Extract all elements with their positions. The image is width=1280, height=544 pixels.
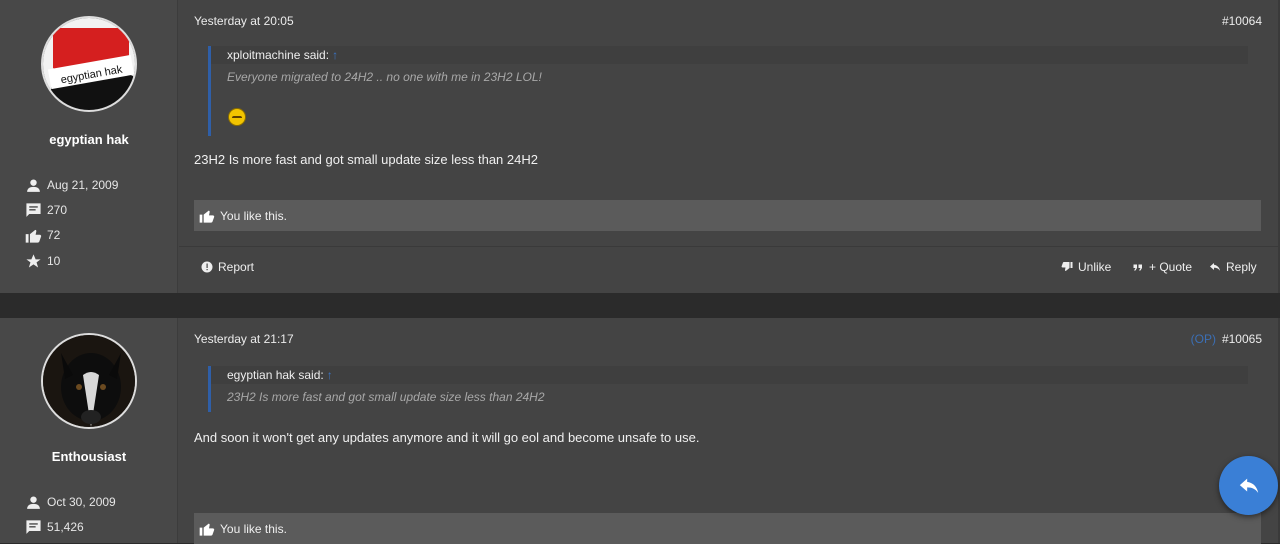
stat-joined: Aug 21, 2009 [25,175,118,195]
unlike-button[interactable]: Unlike [1061,260,1111,274]
post-number[interactable]: (OP) #10065 [1191,332,1262,346]
laughing-smiley-icon [228,108,246,126]
message-icon [26,202,41,217]
quote-author[interactable]: xploitmachine said: [227,48,329,62]
report-label: Report [218,260,255,274]
post-date[interactable]: Yesterday at 20:05 [194,14,294,28]
quote-button[interactable]: + Quote [1132,260,1192,274]
likes-text[interactable]: You like this. [220,522,287,536]
username[interactable]: Enthousiast [0,449,178,464]
quote-header: xploitmachine said: ↑ [211,46,1248,64]
reply-icon [1239,478,1258,493]
joined-date: Oct 30, 2009 [47,495,116,509]
post-10064: egyptian hak egyptian hak Aug 21, 2009 2… [0,0,1280,293]
user-sidebar: Enthousiast Oct 30, 2009 51,426 [0,318,178,543]
quote-author[interactable]: egyptian hak said: [227,368,324,382]
thumbs-up-icon [25,229,42,243]
reply-button[interactable]: Reply [1209,260,1257,274]
reaction-count: 72 [47,228,61,242]
person-icon [27,495,40,509]
thumbs-down-icon [1061,262,1073,271]
reply-icon [1210,263,1220,271]
report-button[interactable]: Report [201,260,254,274]
points-count: 10 [47,254,61,268]
post-number-text[interactable]: #10065 [1222,332,1262,346]
stat-reactions: 72 [25,225,60,245]
likes-bar: You like this. [194,513,1261,544]
star-icon [26,253,41,268]
quote-jump-link[interactable]: ↑ [327,368,333,382]
post-number-text[interactable]: #10064 [1222,14,1262,28]
quote-header: egyptian hak said: ↑ [211,366,1248,384]
op-label: (OP) [1190,332,1216,346]
quote-block: xploitmachine said: ↑ Everyone migrated t… [208,46,1248,136]
message-icon [26,519,41,534]
avatar-image: egyptian hak [43,18,135,110]
stat-messages: 270 [25,200,67,220]
message-count: 270 [47,203,68,217]
thumbs-up-icon [199,210,215,223]
unlike-label: Unlike [1078,260,1112,274]
quick-reply-button[interactable] [1219,456,1278,515]
post-main: Yesterday at 20:05 #10064 xploitmachine … [179,0,1278,293]
likes-text[interactable]: You like this. [220,209,287,223]
stat-messages: 51,426 [25,517,84,537]
joined-date: Aug 21, 2009 [47,178,119,192]
person-icon [27,178,40,192]
quote-text: 23H2 Is more fast and got small update s… [227,390,545,404]
user-sidebar: egyptian hak egyptian hak Aug 21, 2009 2… [0,0,178,293]
stat-points: 10 [25,251,60,271]
post-main: Yesterday at 21:17 (OP) #10065 egyptian h… [179,318,1278,544]
post-actions: Report Unlike + Quote Reply [179,260,1278,280]
stat-joined: Oct 30, 2009 [25,492,116,512]
quote-jump-link[interactable]: ↑ [332,48,338,62]
alert-icon [201,261,213,273]
post-number[interactable]: #10064 [1222,14,1262,28]
post-date[interactable]: Yesterday at 21:17 [194,332,294,346]
divider [179,246,1278,247]
username[interactable]: egyptian hak [0,132,178,147]
post-message: And soon it won't get any updates anymor… [194,430,700,445]
user-avatar[interactable] [41,333,137,429]
thumbs-up-icon [199,523,215,536]
user-avatar[interactable]: egyptian hak [41,16,137,112]
post-message: 23H2 Is more fast and got small update s… [194,152,538,167]
quote-block: egyptian hak said: ↑ 23H2 Is more fast an… [208,366,1248,412]
likes-bar: You like this. [194,200,1261,231]
quote-text: Everyone migrated to 24H2 .. no one with… [227,70,542,84]
avatar-image [43,335,135,427]
reply-label: Reply [1226,260,1257,274]
quote-icon [1133,264,1142,271]
quote-label: + Quote [1149,260,1193,274]
message-count: 51,426 [47,520,84,534]
post-10065: Enthousiast Oct 30, 2009 51,426 Yesterda… [0,318,1280,544]
